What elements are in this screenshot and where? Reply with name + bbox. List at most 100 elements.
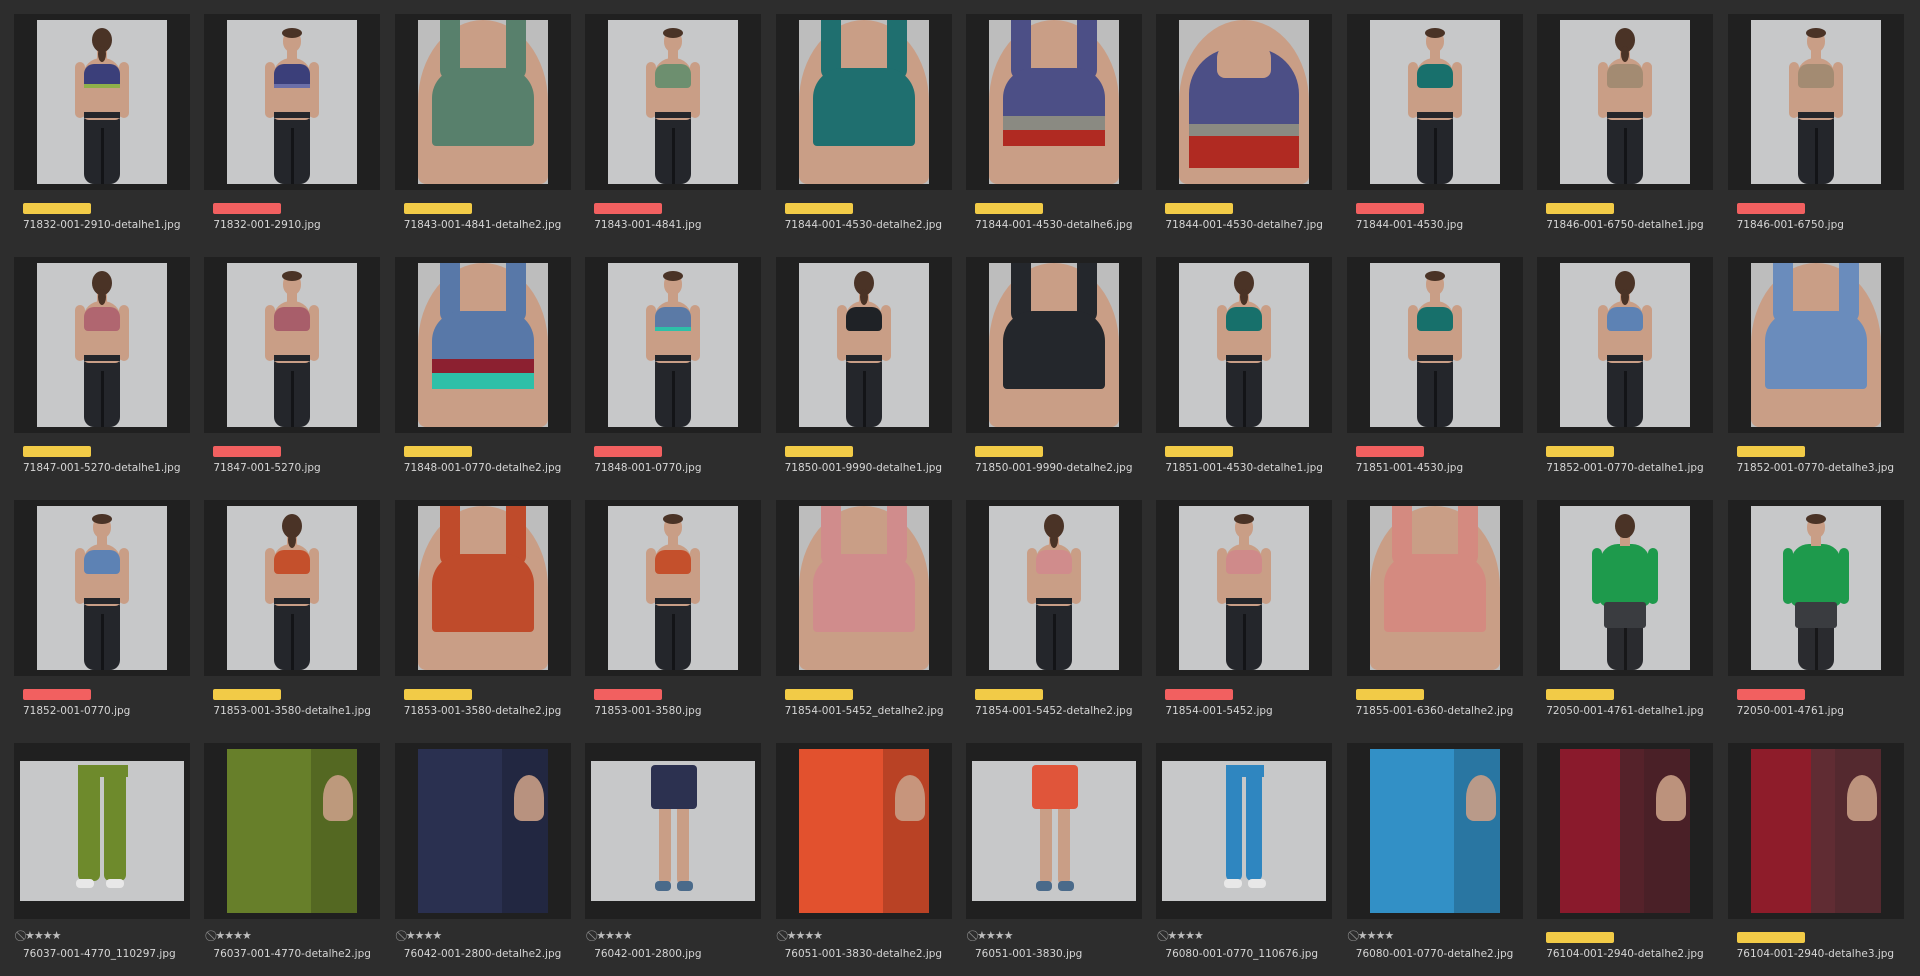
color-label-yellow[interactable] [784,203,853,214]
thumbnail[interactable]: 71832-001-2910.jpg [200,12,390,247]
thumbnail-frame[interactable] [14,743,190,919]
color-label-red[interactable] [594,689,663,700]
color-label-yellow[interactable] [403,689,472,700]
thumbnail[interactable]: 71847-001-5270.jpg [200,255,390,490]
thumbnail-frame[interactable] [966,743,1142,919]
thumbnail-frame[interactable] [1156,500,1333,676]
thumbnail-frame[interactable] [14,500,190,676]
thumbnail[interactable]: 71848-001-0770-detalhe2.jpg [391,255,581,490]
thumbnail[interactable]: 71850-001-9990-detalhe2.jpg [962,255,1152,490]
thumbnail[interactable]: 72050-001-4761.jpg [1724,498,1914,733]
thumbnail-image[interactable] [798,506,929,670]
thumbnail-image[interactable] [1179,506,1310,670]
color-label-yellow[interactable] [975,203,1043,214]
thumbnail-frame[interactable] [1346,14,1523,190]
thumbnail-image[interactable] [37,506,167,670]
color-label-red[interactable] [1736,203,1805,214]
thumbnail-frame[interactable] [394,743,571,919]
color-label-yellow[interactable] [784,689,853,700]
thumbnail[interactable]: 71850-001-9990-detalhe1.jpg [772,255,962,490]
thumbnail-frame[interactable] [1727,257,1904,433]
thumbnail[interactable]: 71854-001-5452_detalhe2.jpg [772,498,962,733]
color-label-red[interactable] [213,446,282,457]
rating-stars[interactable]: ⃠★★★★ [785,929,823,943]
thumbnail-image[interactable] [1750,749,1881,913]
thumbnail-image[interactable] [1179,20,1310,184]
thumbnail[interactable]: ⃠★★★★ 76051-001-3830.jpg [962,741,1152,976]
thumbnail-image[interactable] [227,20,358,184]
thumbnail-image[interactable] [1750,263,1881,427]
star-icon[interactable]: ★★★★ [25,929,61,942]
color-label-red[interactable] [1355,203,1424,214]
thumbnail-image[interactable] [989,263,1119,427]
rating-stars[interactable]: ⃠★★★★ [975,929,1013,943]
thumbnail[interactable]: 71853-001-3580-detalhe2.jpg [391,498,581,733]
thumbnail-image[interactable] [1560,263,1691,427]
thumbnail-image[interactable] [1369,263,1500,427]
thumbnail-image[interactable] [227,749,358,913]
thumbnail-image[interactable] [20,761,184,901]
thumbnail-frame[interactable] [1537,14,1714,190]
thumbnail[interactable]: 71852-001-0770-detalhe1.jpg [1533,255,1723,490]
thumbnail-frame[interactable] [1346,743,1523,919]
rating-stars[interactable]: ⃠★★★★ [1356,929,1394,943]
rating-stars[interactable]: ⃠★★★★ [404,929,442,943]
thumbnail-frame[interactable] [1537,500,1714,676]
rating-stars[interactable]: ⃠★★★★ [1165,929,1203,943]
thumbnail-frame[interactable] [1537,257,1714,433]
thumbnail-frame[interactable] [1346,257,1523,433]
color-label-yellow[interactable] [213,689,282,700]
thumbnail-image[interactable] [1750,506,1881,670]
thumbnail-image[interactable] [1369,749,1500,913]
thumbnail[interactable]: ⃠★★★★ 76051-001-3830-detalhe2.jpg [772,741,962,976]
thumbnail-frame[interactable] [775,743,952,919]
thumbnail[interactable]: ⃠★★★★ 76037-001-4770-detalhe2.jpg [200,741,390,976]
star-icon[interactable]: ★★★★ [215,929,251,942]
thumbnail-frame[interactable] [775,500,952,676]
thumbnail-image[interactable] [608,263,739,427]
thumbnail-image[interactable] [989,506,1119,670]
thumbnail-image[interactable] [227,263,358,427]
rating-stars[interactable]: ⃠★★★★ [213,929,251,943]
thumbnail-frame[interactable] [1346,500,1523,676]
thumbnail[interactable]: 71853-001-3580-detalhe1.jpg [200,498,390,733]
thumbnail-frame[interactable] [585,500,762,676]
thumbnail-image[interactable] [608,20,739,184]
thumbnail[interactable]: ⃠★★★★ 76042-001-2800.jpg [581,741,771,976]
color-label-yellow[interactable] [1355,689,1424,700]
thumbnail[interactable]: 71844-001-4530-detalhe6.jpg [962,12,1152,247]
thumbnail-image[interactable] [798,20,929,184]
thumbnail-frame[interactable] [775,14,952,190]
thumbnail-frame[interactable] [394,257,571,433]
color-label-red[interactable] [1736,689,1805,700]
thumbnail[interactable]: 71854-001-5452.jpg [1152,498,1342,733]
thumbnail[interactable]: ⃠★★★★ 76037-001-4770_110297.jpg [10,741,200,976]
thumbnail-image[interactable] [1560,20,1691,184]
color-label-yellow[interactable] [1546,203,1615,214]
color-label-yellow[interactable] [1546,689,1615,700]
color-label-yellow[interactable] [403,446,472,457]
thumbnail-image[interactable] [1162,761,1327,901]
rating-stars[interactable]: ⃠★★★★ [23,929,61,943]
star-icon[interactable]: ★★★★ [1358,929,1394,942]
color-label-yellow[interactable] [23,203,91,214]
thumbnail-frame[interactable] [204,14,381,190]
thumbnail-image[interactable] [608,506,739,670]
thumbnail-frame[interactable] [14,14,190,190]
thumbnail[interactable]: 72050-001-4761-detalhe1.jpg [1533,498,1723,733]
thumbnail-image[interactable] [417,506,548,670]
thumbnail-image[interactable] [417,749,548,913]
thumbnail-frame[interactable] [204,257,381,433]
thumbnail-frame[interactable] [966,257,1142,433]
thumbnail-image[interactable] [989,20,1119,184]
color-label-yellow[interactable] [975,689,1043,700]
color-label-yellow[interactable] [1736,932,1805,943]
thumbnail-image[interactable] [1179,263,1310,427]
thumbnail[interactable]: 71852-001-0770-detalhe3.jpg [1724,255,1914,490]
color-label-red[interactable] [1355,446,1424,457]
thumbnail[interactable]: 71844-001-4530-detalhe2.jpg [772,12,962,247]
color-label-yellow[interactable] [23,446,91,457]
thumbnail[interactable]: ⃠★★★★ 76080-001-0770_110676.jpg [1152,741,1342,976]
color-label-yellow[interactable] [1546,446,1615,457]
thumbnail-frame[interactable] [1727,14,1904,190]
